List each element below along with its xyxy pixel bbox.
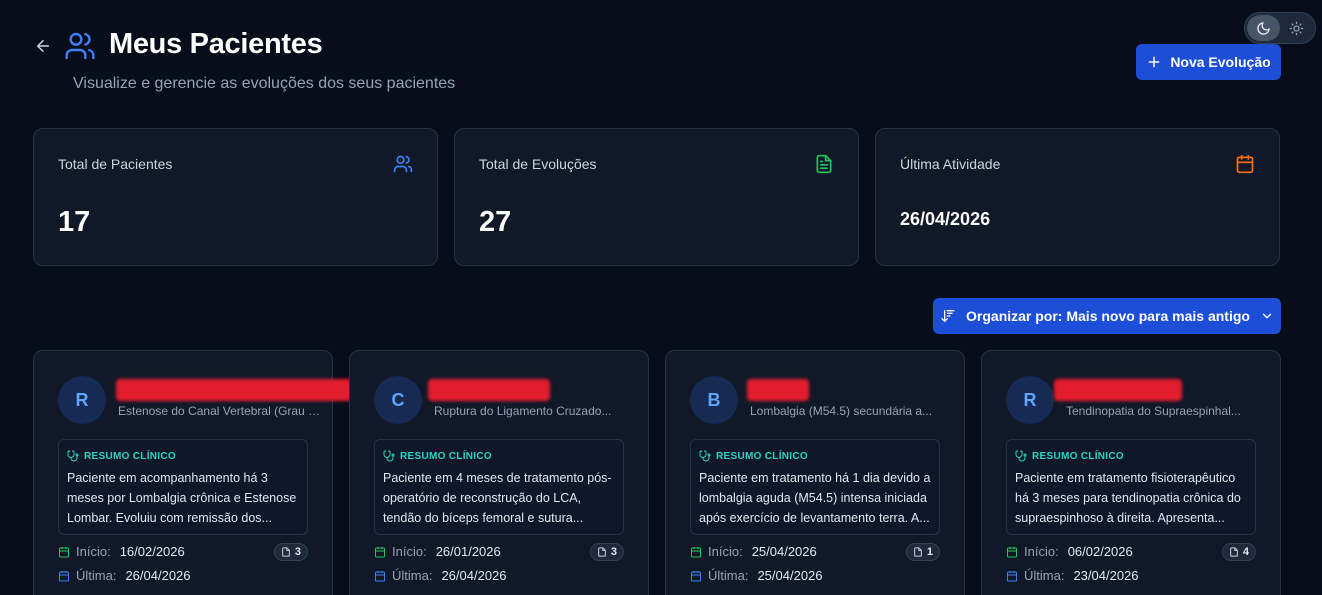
stat-label: Última Atividade bbox=[900, 156, 1001, 172]
last-date-row: Última: 23/04/2026 bbox=[1006, 568, 1139, 583]
summary-text: Paciente em acompanhamento há 3 meses po… bbox=[67, 471, 297, 525]
stat-value: 17 bbox=[58, 206, 91, 238]
stat-value: 26/04/2026 bbox=[900, 209, 991, 229]
patient-diagnosis: Ruptura do Ligamento Cruzado... bbox=[434, 404, 612, 418]
patient-name-redacted bbox=[747, 379, 809, 401]
evolution-count-badge: 4 bbox=[1221, 543, 1256, 561]
start-date: 06/02/2026 bbox=[1067, 544, 1133, 559]
arrow-left-icon bbox=[37, 40, 49, 52]
calendar-icon bbox=[1236, 154, 1254, 174]
stethoscope-icon bbox=[67, 450, 79, 462]
last-date-row: Última: 26/04/2026 bbox=[374, 568, 507, 583]
light-mode-option[interactable] bbox=[1280, 15, 1313, 41]
stat-label: Total de Evoluções bbox=[479, 156, 597, 172]
page-title: Meus Pacientes bbox=[109, 28, 323, 60]
summary-heading: RESUMO CLÍNICO bbox=[67, 450, 299, 462]
evolution-count-badge: 3 bbox=[589, 543, 624, 561]
evolution-count-badge: 3 bbox=[273, 543, 308, 561]
theme-toggle[interactable] bbox=[1244, 12, 1316, 44]
clinical-summary: RESUMO CLÍNICO Paciente em tratamento fi… bbox=[1006, 439, 1256, 535]
last-date: 25/04/2026 bbox=[757, 568, 823, 583]
start-date: 16/02/2026 bbox=[119, 544, 185, 559]
last-date: 26/04/2026 bbox=[441, 568, 507, 583]
evolution-count-badge: 1 bbox=[905, 543, 940, 561]
new-evolution-label: Nova Evolução bbox=[1170, 54, 1271, 70]
patient-diagnosis: Tendinopatia do Supraespinhal... bbox=[1066, 404, 1241, 418]
patient-card[interactable]: R Tendinopatia do Supraespinhal... RESUM… bbox=[981, 350, 1281, 595]
back-button[interactable] bbox=[33, 36, 53, 56]
calendar-icon bbox=[691, 546, 701, 557]
last-date: 26/04/2026 bbox=[125, 568, 191, 583]
file-icon bbox=[598, 547, 606, 557]
start-date-row: Início: 16/02/2026 bbox=[58, 544, 185, 559]
stethoscope-icon bbox=[1015, 450, 1027, 462]
stat-label: Total de Pacientes bbox=[58, 156, 173, 172]
sun-icon bbox=[1289, 21, 1304, 35]
users-icon bbox=[65, 32, 95, 60]
summary-heading: RESUMO CLÍNICO bbox=[383, 450, 615, 462]
users-icon bbox=[393, 155, 413, 173]
calendar-icon bbox=[375, 546, 385, 557]
patient-diagnosis: Lombalgia (M54.5) secundária a... bbox=[750, 404, 933, 418]
clinical-summary: RESUMO CLÍNICO Paciente em tratamento há… bbox=[690, 439, 940, 535]
stat-card-total-patients: Total de Pacientes 17 bbox=[33, 128, 438, 266]
file-icon bbox=[282, 547, 290, 557]
start-date-row: Início: 26/01/2026 bbox=[374, 544, 501, 559]
page-subtitle: Visualize e gerencie as evoluções dos se… bbox=[73, 75, 456, 92]
new-evolution-button[interactable]: Nova Evolução bbox=[1136, 44, 1281, 80]
summary-text: Paciente em 4 meses de tratamento pós-op… bbox=[383, 471, 612, 525]
start-date-row: Início: 25/04/2026 bbox=[690, 544, 817, 559]
stat-value: 27 bbox=[479, 206, 512, 238]
summary-heading: RESUMO CLÍNICO bbox=[1015, 450, 1247, 462]
patient-name-redacted bbox=[116, 379, 352, 401]
avatar: R bbox=[58, 376, 106, 424]
patient-name-redacted bbox=[428, 379, 550, 401]
sort-icon bbox=[941, 310, 955, 322]
avatar: R bbox=[1006, 376, 1054, 424]
plus-icon bbox=[1148, 56, 1160, 68]
moon-icon bbox=[1257, 21, 1270, 35]
start-date: 26/01/2026 bbox=[435, 544, 501, 559]
calendar-icon bbox=[375, 570, 385, 581]
file-text-icon bbox=[816, 154, 832, 174]
patient-card[interactable]: R Estenose do Canal Vertebral (Grau I-II… bbox=[33, 350, 352, 595]
file-icon bbox=[914, 547, 922, 557]
calendar-icon bbox=[59, 570, 69, 581]
last-date: 23/04/2026 bbox=[1073, 568, 1139, 583]
sort-dropdown[interactable]: Organizar por: Mais novo para mais antig… bbox=[933, 298, 1281, 334]
stat-card-last-activity: Última Atividade 26/04/2026 bbox=[875, 128, 1280, 266]
stethoscope-icon bbox=[699, 450, 711, 462]
calendar-icon bbox=[1007, 546, 1017, 557]
avatar: B bbox=[690, 376, 738, 424]
start-date: 25/04/2026 bbox=[751, 544, 817, 559]
avatar: C bbox=[374, 376, 422, 424]
summary-heading: RESUMO CLÍNICO bbox=[699, 450, 931, 462]
sort-label: Organizar por: Mais novo para mais antig… bbox=[966, 308, 1250, 324]
file-icon bbox=[1230, 547, 1238, 557]
stethoscope-icon bbox=[383, 450, 395, 462]
calendar-icon bbox=[691, 570, 701, 581]
clinical-summary: RESUMO CLÍNICO Paciente em 4 meses de tr… bbox=[374, 439, 624, 535]
patient-card[interactable]: B Lombalgia (M54.5) secundária a... RESU… bbox=[665, 350, 965, 595]
calendar-icon bbox=[59, 546, 69, 557]
calendar-icon bbox=[1007, 570, 1017, 581]
patient-diagnosis: Estenose do Canal Vertebral (Grau I-II) bbox=[118, 404, 323, 418]
summary-text: Paciente em tratamento há 1 dia devido a… bbox=[699, 471, 931, 525]
dark-mode-option[interactable] bbox=[1247, 15, 1280, 41]
last-date-row: Última: 25/04/2026 bbox=[690, 568, 823, 583]
summary-text: Paciente em tratamento fisioterapêutico … bbox=[1015, 471, 1241, 525]
start-date-row: Início: 06/02/2026 bbox=[1006, 544, 1133, 559]
patient-card[interactable]: C Ruptura do Ligamento Cruzado... RESUMO… bbox=[349, 350, 649, 595]
clinical-summary: RESUMO CLÍNICO Paciente em acompanhament… bbox=[58, 439, 308, 535]
patient-name-redacted bbox=[1054, 379, 1182, 401]
stat-card-total-evolutions: Total de Evoluções 27 bbox=[454, 128, 859, 266]
last-date-row: Última: 26/04/2026 bbox=[58, 568, 191, 583]
chevron-down-icon bbox=[1262, 313, 1272, 319]
